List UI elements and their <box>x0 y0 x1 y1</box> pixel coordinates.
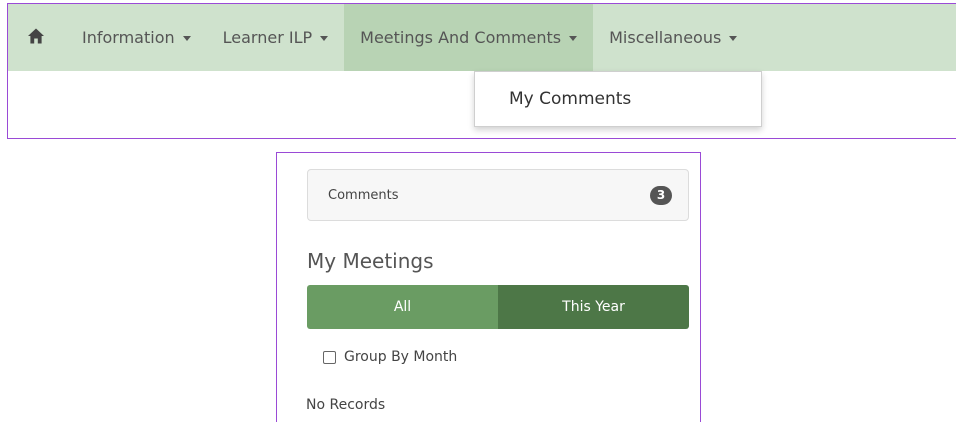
comments-label: Comments <box>328 187 399 203</box>
nav-home-button[interactable] <box>8 4 64 71</box>
no-records-text: No Records <box>306 397 386 413</box>
caret-down-icon <box>729 36 738 41</box>
dropdown-item-my-comments[interactable]: My Comments <box>475 72 761 126</box>
nav-item-learner-ilp[interactable]: Learner ILP <box>207 4 345 71</box>
nav-item-label: Meetings And Comments <box>360 28 562 47</box>
comments-link[interactable]: Comments 3 <box>307 169 689 221</box>
filter-all-button[interactable]: All <box>307 285 498 329</box>
caret-down-icon <box>320 36 329 41</box>
group-by-month-row: Group By Month <box>323 349 457 365</box>
dropdown-item-label: My Comments <box>509 89 632 109</box>
nav-item-label: Miscellaneous <box>609 28 722 47</box>
nav-item-label: Information <box>82 28 175 47</box>
meetings-filter-group: All This Year <box>307 285 689 329</box>
group-by-month-label: Group By Month <box>344 349 458 365</box>
caret-down-icon <box>182 36 191 41</box>
main-navbar: Information Learner ILP Meetings And Com… <box>8 4 956 71</box>
nav-item-meetings-and-comments[interactable]: Meetings And Comments <box>344 4 594 71</box>
meetings-panel: Comments 3 My Meetings All This Year Gro… <box>276 152 701 422</box>
home-icon <box>27 27 45 49</box>
meetings-dropdown-menu: My Comments <box>474 71 762 127</box>
comments-count-badge: 3 <box>650 185 672 205</box>
nav-item-information[interactable]: Information <box>64 4 207 71</box>
top-panel: Information Learner ILP Meetings And Com… <box>7 3 956 139</box>
my-meetings-title: My Meetings <box>307 249 434 273</box>
group-by-month-checkbox[interactable] <box>323 350 336 364</box>
nav-item-miscellaneous[interactable]: Miscellaneous <box>593 4 753 71</box>
nav-item-label: Learner ILP <box>222 28 313 47</box>
caret-down-icon <box>569 36 578 41</box>
filter-this-year-button[interactable]: This Year <box>498 285 689 329</box>
